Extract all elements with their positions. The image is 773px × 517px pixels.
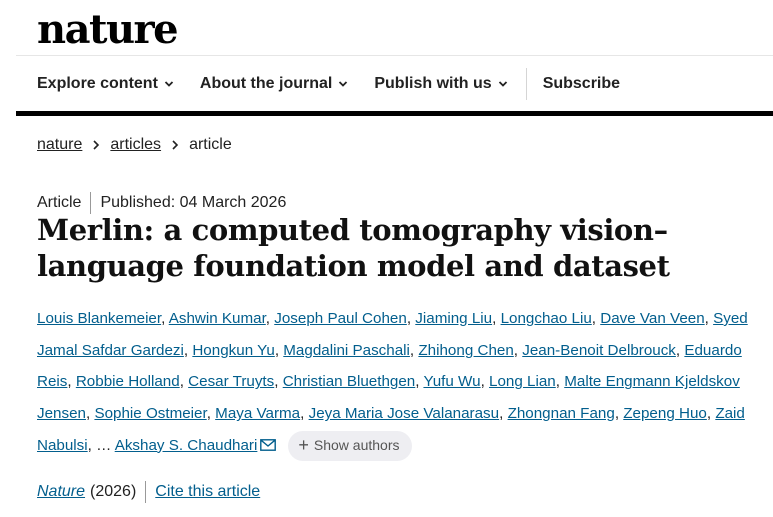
main-nav: Explore content About the journal Publis…: [37, 66, 646, 102]
nav-label: Subscribe: [542, 75, 621, 92]
corresponding-author-link[interactable]: Akshay S. Chaudhari: [115, 437, 258, 454]
nav-subscribe[interactable]: Subscribe: [543, 75, 620, 93]
mail-icon[interactable]: [260, 438, 277, 451]
author-link[interactable]: Maya Varma: [215, 405, 300, 422]
citation-line: Nature (2026) Cite this article: [37, 481, 260, 503]
show-authors-button[interactable]: + Show authors: [288, 430, 412, 461]
nav-label: Explore content: [37, 75, 158, 92]
meta-divider: [90, 192, 92, 214]
nav-about-journal[interactable]: About the journal: [200, 75, 348, 93]
chevron-down-icon: [164, 81, 174, 87]
publication-year: (2026): [90, 483, 137, 500]
article-meta: Article Published: 04 March 2026: [37, 192, 286, 214]
cite-divider: [145, 481, 147, 503]
author-link[interactable]: Magdalini Paschali: [283, 342, 410, 359]
chevron-down-icon: [339, 81, 348, 87]
journal-link[interactable]: Nature: [37, 483, 85, 501]
nav-explore-content[interactable]: Explore content: [37, 75, 174, 93]
nav-bottom-rule: [16, 111, 773, 116]
chevron-down-icon: [498, 81, 507, 87]
author-link[interactable]: Zhongnan Fang: [508, 405, 615, 422]
author-link[interactable]: Jeya Maria Jose Valanarasu: [309, 405, 500, 422]
article-title: Merlin: a computed tomography vision–lan…: [37, 213, 670, 283]
author-link[interactable]: Ashwin Kumar: [169, 310, 266, 327]
header-divider: [16, 55, 773, 56]
chevron-right-icon: [172, 140, 179, 150]
author-link[interactable]: Joseph Paul Cohen: [274, 310, 407, 327]
author-link[interactable]: Longchao Liu: [501, 310, 592, 327]
nav-label: About the journal: [199, 75, 333, 92]
author-list: Louis Blankemeier, Ashwin Kumar, Joseph …: [37, 303, 765, 462]
author-link[interactable]: Dave Van Veen: [600, 310, 704, 327]
plus-icon: +: [298, 434, 309, 455]
author-link[interactable]: Jiaming Liu: [415, 310, 492, 327]
author-link[interactable]: Sophie Ostmeier: [94, 405, 206, 422]
show-authors-label: Show authors: [313, 436, 400, 453]
cite-this-article-link[interactable]: Cite this article: [155, 483, 260, 501]
author-link[interactable]: Jean-Benoit Delbrouck: [522, 342, 676, 359]
chevron-right-icon: [93, 140, 100, 150]
published-date: Published: 04 March 2026: [100, 194, 287, 211]
author-link[interactable]: Hongkun Yu: [192, 342, 274, 359]
author-link[interactable]: Long Lian: [489, 373, 556, 390]
author-ellipsis: …: [96, 436, 112, 454]
author-link[interactable]: Zhihong Chen: [418, 342, 513, 359]
author-link[interactable]: Robbie Holland: [76, 373, 180, 390]
author-link[interactable]: Zepeng Huo: [623, 405, 707, 422]
author-link[interactable]: Cesar Truyts: [188, 373, 274, 390]
nav-publish-with-us[interactable]: Publish with us: [374, 75, 507, 93]
author-link[interactable]: Christian Bluethgen: [283, 373, 416, 390]
breadcrumb-nature[interactable]: nature: [37, 136, 82, 154]
nav-label: Publish with us: [374, 75, 492, 92]
breadcrumb-articles[interactable]: articles: [110, 136, 161, 154]
article-type: Article: [37, 194, 82, 211]
nature-logo[interactable]: nature: [37, 6, 179, 53]
breadcrumb-current: article: [189, 136, 232, 153]
nav-divider: [525, 68, 527, 100]
breadcrumb: nature articles article: [37, 136, 232, 154]
author-link[interactable]: Yufu Wu: [423, 373, 480, 390]
author-link[interactable]: Louis Blankemeier: [37, 310, 161, 327]
